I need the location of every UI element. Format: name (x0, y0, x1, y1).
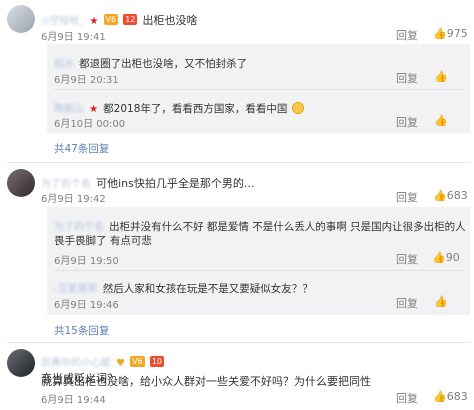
divider (54, 89, 464, 90)
reply-username[interactable]: 为了的个名 (54, 222, 104, 233)
comment-time: 6月9日 19:41 (41, 32, 106, 43)
divider (7, 162, 470, 163)
avatar[interactable] (7, 349, 35, 377)
like-count: 90 (445, 251, 460, 264)
username[interactable]: ⊙空哈哈_ (41, 16, 84, 27)
smile-emoji-icon (292, 101, 305, 114)
username[interactable]: 凯弗尔的小心脏 (41, 358, 111, 369)
reply-button[interactable]: 回复 (396, 114, 418, 130)
like-button[interactable]: 👍90 (432, 251, 460, 264)
reply-text: 然后人家和女孩在玩是不是又要疑似女友？？ (102, 283, 313, 295)
reply-text: 都2018年了，看看西方国家，看看中国 (103, 103, 288, 115)
comment-author-row: 为了的个名 可他ins快拍几乎全是那个男的... (41, 172, 254, 191)
comment-text: 可他ins快拍几乎全是那个男的... (96, 177, 255, 190)
reply-text: 都退圈了出柜也没啥，又不怕封杀了 (79, 58, 248, 70)
like-button[interactable]: 👍683 (433, 390, 468, 403)
star-badge-icon: ★ (89, 104, 99, 115)
reply-author-row: -互爱娜家 然后人家和女孩在玩是不是又要疑似女友？？ (54, 277, 313, 296)
reply-time: 6月10日 00:00 (54, 119, 126, 130)
reply-button[interactable]: 回复 (396, 27, 418, 43)
star-badge-icon: ★ (89, 16, 99, 27)
thumbs-up-icon[interactable]: 👍 (434, 70, 448, 83)
divider (54, 270, 464, 271)
reply-username[interactable]: 稻水 (54, 59, 74, 70)
vip-badge-icon: V6 (103, 14, 119, 25)
reply-button[interactable]: 回复 (396, 70, 418, 86)
comment-text-continued: 恋当成贬义词？ (41, 372, 118, 385)
thumbs-up-icon[interactable]: 👍 (434, 295, 448, 308)
like-count: 683 (446, 189, 468, 202)
reply-button[interactable]: 回复 (396, 390, 418, 406)
more-replies-link[interactable]: 共47条回复 (54, 141, 109, 156)
thumbs-up-icon: 👍 (433, 189, 447, 202)
reply-author-row: 稻水 都退圈了出柜也没啥，又不怕封杀了 (54, 52, 247, 71)
thumbs-up-icon: 👍 (432, 251, 446, 264)
reply-time: 6月9日 20:31 (54, 75, 119, 86)
like-button[interactable]: 👍683 (433, 189, 468, 202)
reply-text-continued: 畏手畏脚了 有点可悲 (54, 235, 152, 247)
reply-button[interactable]: 回复 (396, 295, 418, 311)
reply-time: 6月9日 19:46 (54, 300, 119, 311)
reply-author-row: 为了的个名 出柜并没有什么不好 都是爱情 不是什么丢人的事啊 只是国内让很多出柜… (54, 215, 466, 234)
like-count: 683 (446, 390, 468, 403)
like-count: 975 (446, 27, 468, 40)
avatar[interactable] (7, 5, 35, 33)
comment-author-row: ⊙空哈哈_ ★ V6 12 出柜也没啥 (41, 9, 197, 28)
reply-time: 6月9日 19:50 (54, 256, 119, 267)
reply-username[interactable]: -互爱娜家 (54, 284, 98, 295)
comment-time: 6月9日 19:42 (41, 194, 106, 205)
vip-badge-icon: V6 (130, 356, 145, 367)
heart-badge-icon: ♥ (116, 358, 126, 369)
divider (7, 342, 470, 343)
username[interactable]: 为了的个名 (41, 179, 91, 190)
like-button[interactable]: 👍975 (433, 27, 468, 40)
level-badge-icon: 12 (123, 14, 138, 25)
comment-text: 出柜也没啥 (142, 14, 198, 27)
avatar[interactable] (7, 169, 35, 197)
reply-list: 稻水 都退圈了出柜也没啥，又不怕封杀了 6月9日 20:31 回复 👍 陶都山 … (47, 44, 470, 133)
thumbs-up-icon: 👍 (433, 390, 447, 403)
thumbs-up-icon[interactable]: 👍 (434, 114, 448, 127)
thumbs-up-icon: 👍 (433, 27, 447, 40)
reply-button[interactable]: 回复 (396, 251, 418, 267)
reply-text: 出柜并没有什么不好 都是爱情 不是什么丢人的事啊 只是国内让很多出柜的人 (109, 221, 466, 233)
reply-list: 为了的个名 出柜并没有什么不好 都是爱情 不是什么丢人的事啊 只是国内让很多出柜… (47, 207, 470, 315)
reply-author-row: 陶都山 ★ 都2018年了，看看西方国家，看看中国 (54, 97, 305, 116)
reply-button[interactable]: 回复 (396, 189, 418, 205)
reply-username[interactable]: 陶都山 (54, 104, 84, 115)
comment-time: 6月9日 19:44 (41, 395, 106, 406)
level-badge-icon: 10 (149, 356, 164, 367)
more-replies-link[interactable]: 共15条回复 (54, 323, 109, 338)
